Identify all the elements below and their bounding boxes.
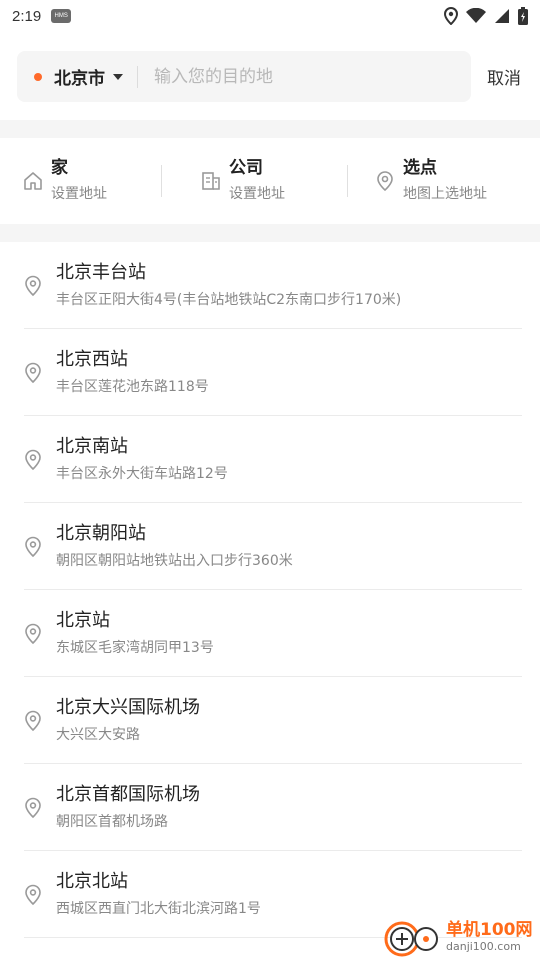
shortcut-home-title: 家: [51, 158, 68, 178]
status-icons: [444, 7, 528, 25]
building-icon: [202, 172, 220, 190]
place-address: 朝阳区首都机场路: [56, 814, 168, 830]
place-list-item[interactable]: 北京大兴国际机场大兴区大安路: [0, 677, 540, 764]
place-list-item[interactable]: 北京首都国际机场朝阳区首都机场路: [0, 764, 540, 851]
status-time: 2:19: [12, 7, 42, 25]
location-pin-icon: [25, 536, 41, 557]
location-pin-icon: [25, 623, 41, 644]
place-address: 西城区西直门北大街北滨河路1号: [56, 901, 261, 917]
battery-icon: [518, 7, 528, 25]
place-name: 北京北站: [56, 871, 128, 892]
search-row: 北京市 取消: [17, 51, 540, 102]
place-address: 丰台区正阳大街4号(丰台站地铁站C2东南口步行170米): [56, 292, 402, 308]
place-list-item[interactable]: 北京丰台站丰台区正阳大街4号(丰台站地铁站C2东南口步行170米): [0, 242, 540, 329]
status-bar: 2:19 HMS: [0, 0, 540, 32]
cancel-button[interactable]: 取消: [487, 64, 521, 89]
place-address: 丰台区永外大街车站路12号: [56, 466, 228, 482]
place-address: 朝阳区朝阳站地铁站出入口步行360米: [56, 553, 293, 569]
search-box: 北京市: [17, 51, 471, 102]
location-pin-icon: [25, 449, 41, 470]
place-name: 北京南站: [56, 436, 128, 457]
shortcut-pick-subtitle: 地图上选地址: [403, 186, 487, 202]
place-list-item[interactable]: 北京南站丰台区永外大街车站路12号: [0, 416, 540, 503]
location-pin-icon: [25, 275, 41, 296]
shortcut-home[interactable]: 家 设置地址: [0, 138, 161, 224]
shortcut-home-subtitle: 设置地址: [51, 186, 107, 202]
place-name: 北京丰台站: [56, 262, 146, 283]
place-list-item[interactable]: 北京西站丰台区莲花池东路118号: [0, 329, 540, 416]
home-icon: [24, 172, 42, 190]
search-divider: [137, 65, 138, 88]
location-pin-icon: [25, 884, 41, 905]
city-selector[interactable]: 北京市: [54, 64, 105, 89]
place-name: 北京大兴国际机场: [56, 697, 200, 718]
chevron-down-icon[interactable]: [113, 73, 123, 80]
location-pin-icon: [25, 710, 41, 731]
hms-notification-icon: HMS: [51, 9, 72, 23]
place-address: 东城区毛家湾胡同甲13号: [56, 640, 214, 656]
location-pin-icon: [25, 797, 41, 818]
shortcut-company-title: 公司: [229, 158, 263, 178]
wifi-icon: [466, 8, 486, 23]
location-pin-icon: [377, 171, 393, 192]
watermark-name: 单机100网: [446, 920, 533, 940]
shortcut-pick-on-map[interactable]: 选点 地图上选地址: [348, 138, 487, 224]
signal-icon: [495, 9, 509, 23]
watermark: 单机100网 danji100.com: [382, 914, 540, 960]
place-address: 大兴区大安路: [56, 727, 140, 743]
shortcut-pick-title: 选点: [403, 158, 437, 178]
place-list-item[interactable]: 北京朝阳站朝阳区朝阳站地铁站出入口步行360米: [0, 503, 540, 590]
location-status-icon: [444, 7, 458, 25]
destination-search-input[interactable]: [154, 66, 434, 87]
location-pin-icon: [25, 362, 41, 383]
place-address: 丰台区莲花池东路118号: [56, 379, 209, 395]
shortcut-bar: 家 设置地址 公司 设置地址 选点 地图上选地址: [0, 138, 540, 224]
shortcut-company[interactable]: 公司 设置地址: [162, 138, 347, 224]
section-divider: [0, 224, 540, 242]
watermark-url: danji100.com: [446, 940, 521, 953]
place-list: 北京丰台站 丰台区正阳大街4号(丰台站地铁站C2东南口步行170米) 北京西站 丰台区…: [0, 242, 540, 938]
shortcut-company-subtitle: 设置地址: [229, 186, 285, 202]
watermark-logo: [384, 921, 438, 957]
place-list-item[interactable]: 北京站东城区毛家湾胡同甲13号: [0, 590, 540, 677]
place-name: 北京首都国际机场: [56, 784, 200, 805]
section-divider: [0, 120, 540, 138]
place-name: 北京朝阳站: [56, 523, 146, 544]
city-indicator-dot: [34, 72, 42, 81]
place-name: 北京站: [56, 610, 110, 631]
place-name: 北京西站: [56, 349, 128, 370]
